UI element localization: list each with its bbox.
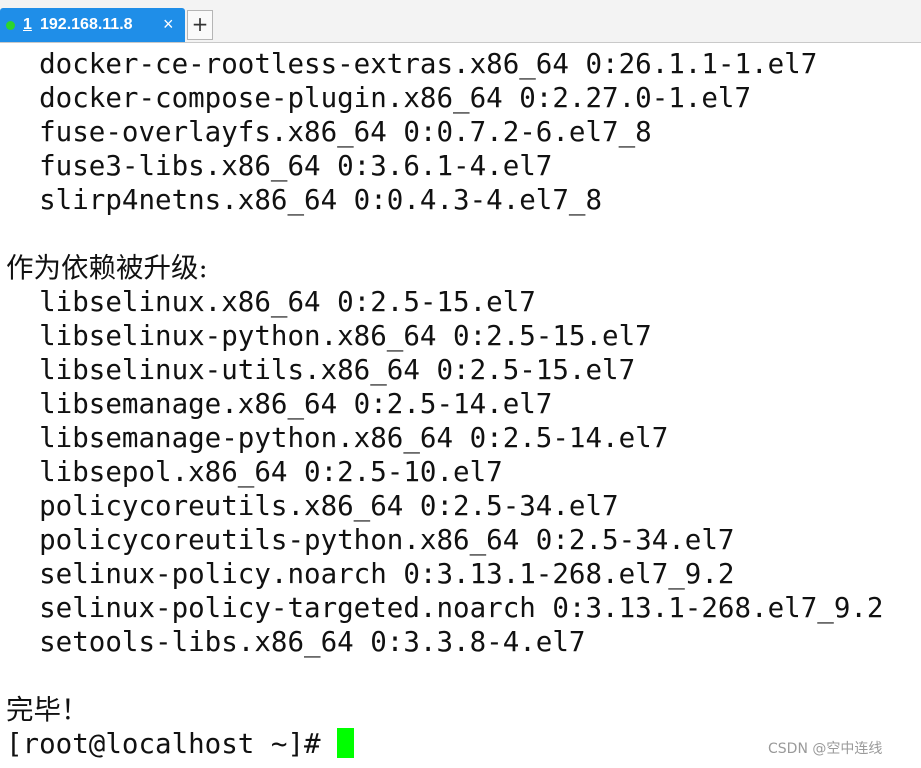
- tab-title: 192.168.11.8: [40, 16, 133, 33]
- tab-session-1[interactable]: 1 192.168.11.8 ×: [0, 8, 185, 42]
- connection-status-icon: [6, 21, 15, 30]
- shell-prompt: [root@localhost ~]#: [6, 728, 321, 760]
- terminal-line: 作为依赖被升级:: [6, 252, 208, 284]
- terminal-line: setools-libs.x86_64 0:3.3.8-4.el7: [6, 626, 586, 658]
- terminal-line: libsemanage-python.x86_64 0:2.5-14.el7: [6, 422, 669, 454]
- terminal-line: fuse3-libs.x86_64 0:3.6.1-4.el7: [6, 150, 553, 182]
- terminal-line: docker-ce-rootless-extras.x86_64 0:26.1.…: [6, 48, 818, 80]
- terminal-line: selinux-policy.noarch 0:3.13.1-268.el7_9…: [6, 558, 735, 590]
- terminal-cursor: [336, 728, 354, 758]
- terminal-output[interactable]: docker-ce-rootless-extras.x86_64 0:26.1.…: [0, 43, 921, 768]
- terminal-line: policycoreutils.x86_64 0:2.5-34.el7: [6, 490, 619, 522]
- tab-close-icon[interactable]: ×: [163, 14, 174, 34]
- terminal-line: libselinux.x86_64 0:2.5-15.el7: [6, 286, 536, 318]
- tab-bar: 1 192.168.11.8 × +: [0, 0, 921, 43]
- terminal-line: libselinux-python.x86_64 0:2.5-15.el7: [6, 320, 652, 352]
- shell-prompt-line[interactable]: [root@localhost ~]#: [6, 727, 354, 761]
- terminal-line: libsepol.x86_64 0:2.5-10.el7: [6, 456, 503, 488]
- terminal-line: slirp4netns.x86_64 0:0.4.3-4.el7_8: [6, 184, 603, 216]
- tab-index: 1: [23, 16, 32, 33]
- terminal-line: libsemanage.x86_64 0:2.5-14.el7: [6, 388, 553, 420]
- terminal-line: policycoreutils-python.x86_64 0:2.5-34.e…: [6, 524, 735, 556]
- terminal-line: 完毕！: [6, 694, 89, 726]
- terminal-line: fuse-overlayfs.x86_64 0:0.7.2-6.el7_8: [6, 116, 652, 148]
- new-tab-button[interactable]: +: [187, 10, 213, 40]
- terminal-line: selinux-policy-targeted.noarch 0:3.13.1-…: [6, 592, 884, 624]
- terminal-line: libselinux-utils.x86_64 0:2.5-15.el7: [6, 354, 636, 386]
- watermark: CSDN @空中连线: [768, 741, 883, 757]
- terminal-line: docker-compose-plugin.x86_64 0:2.27.0-1.…: [6, 82, 752, 114]
